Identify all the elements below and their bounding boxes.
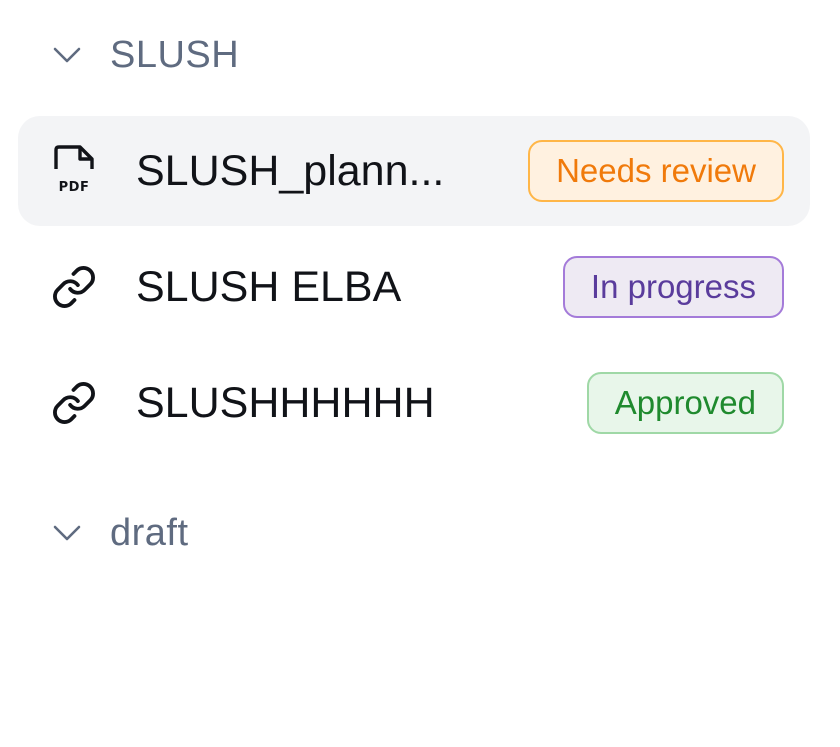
status-badge: In progress xyxy=(562,256,784,318)
document-tree-panel: SLUSH PDF SLUSH_plann... Needs review SL… xyxy=(0,0,840,747)
list-item-slush-elba[interactable]: SLUSH ELBA In progress xyxy=(18,232,810,342)
group-title: SLUSH xyxy=(110,33,240,76)
pdf-label: PDF xyxy=(59,180,90,195)
chevron-down-icon[interactable] xyxy=(50,516,84,550)
status-badge: Needs review xyxy=(528,140,784,202)
list-item-slush-planning[interactable]: PDF SLUSH_plann... Needs review xyxy=(18,116,810,226)
status-badge: Approved xyxy=(586,372,784,434)
group-title: draft xyxy=(110,511,189,554)
list-item-slushhhhhh[interactable]: SLUSHHHHHH Approved xyxy=(18,348,810,458)
pdf-file-icon: PDF xyxy=(48,145,100,197)
group-header-draft[interactable]: draft xyxy=(50,508,189,558)
chevron-down-icon[interactable] xyxy=(50,38,84,72)
item-title: SLUSHHHHHH xyxy=(136,378,435,427)
group-header-slush[interactable]: SLUSH xyxy=(50,30,239,80)
item-title: SLUSH ELBA xyxy=(136,262,402,311)
link-icon xyxy=(48,377,100,429)
item-title: SLUSH_plann... xyxy=(136,146,445,195)
link-icon xyxy=(48,261,100,313)
